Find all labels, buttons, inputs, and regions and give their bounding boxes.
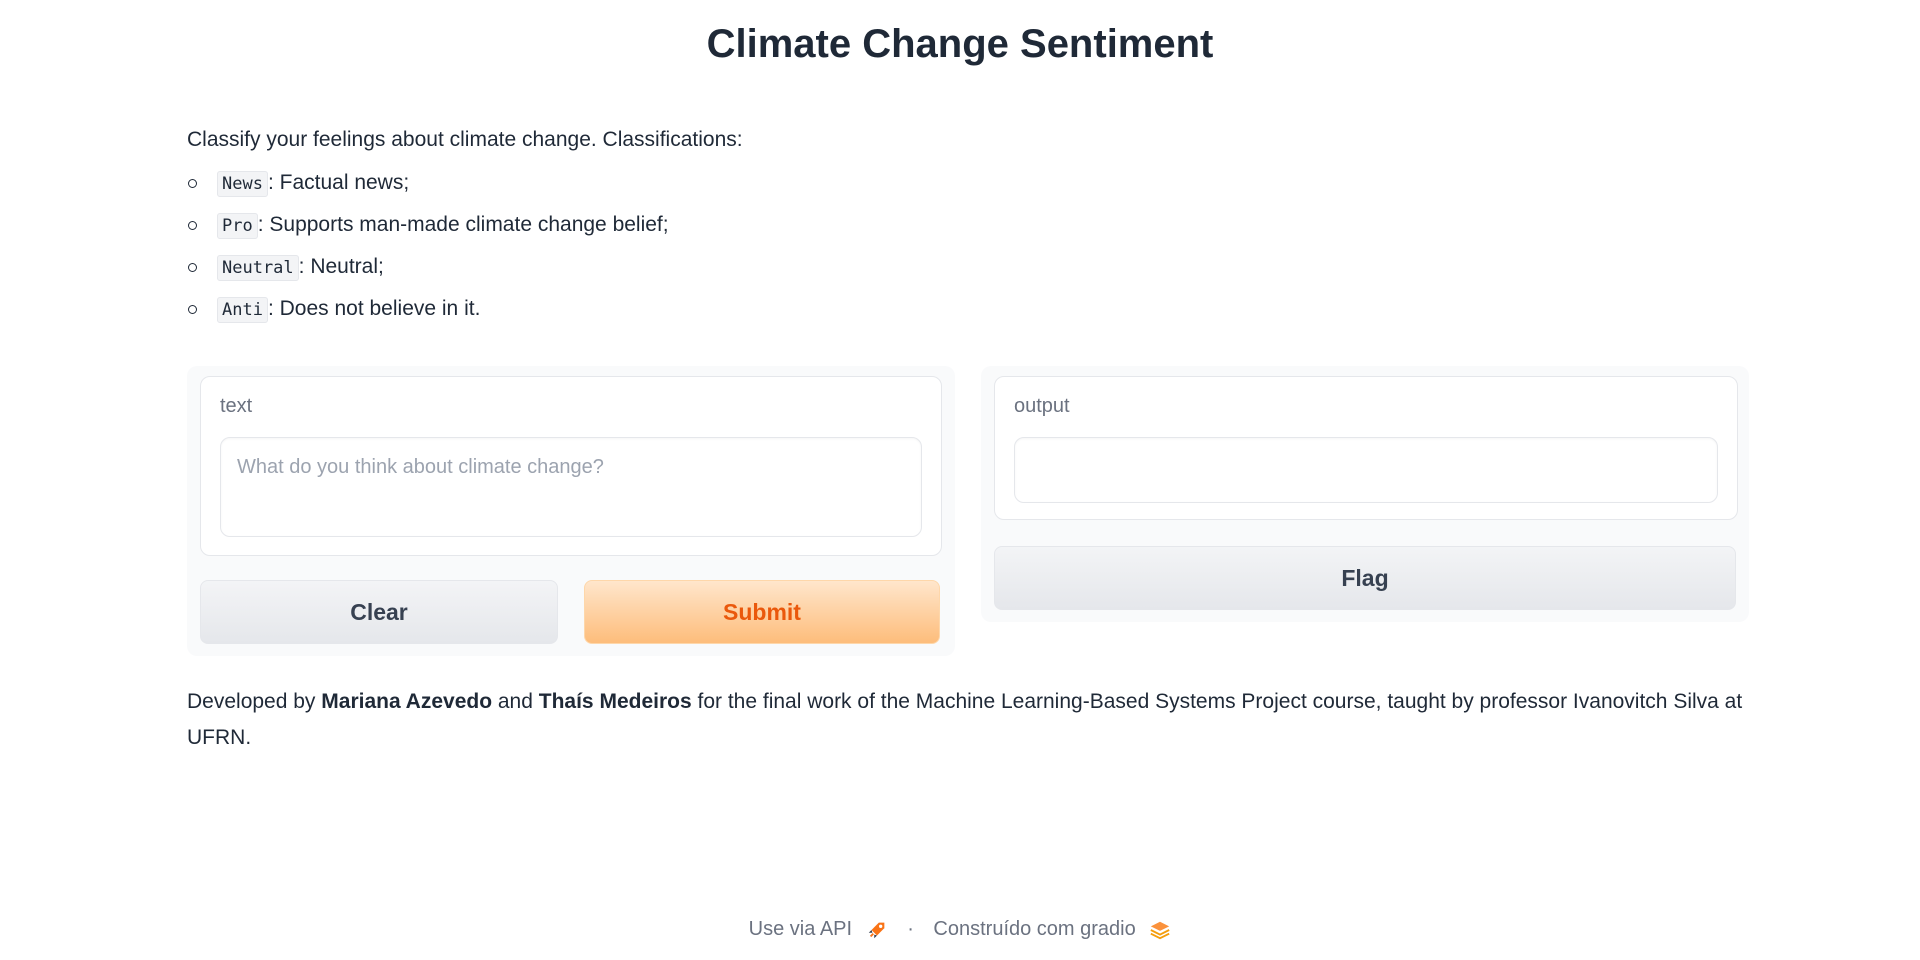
code-label: Anti (217, 297, 268, 323)
list-item-text: : Supports man-made climate change belie… (257, 213, 669, 236)
list-item: Pro: Supports man-made climate change be… (187, 204, 1747, 246)
input-panel: text Clear Submit (187, 366, 955, 656)
page-title: Climate Change Sentiment (706, 22, 1214, 66)
author-name: Thaís Medeiros (538, 690, 692, 713)
gradio-link[interactable]: Construído com gradio (933, 918, 1171, 940)
rocket-icon (868, 922, 884, 939)
list-item: News: Factual news; (187, 162, 1747, 204)
list-item: Neutral: Neutral; (187, 246, 1747, 288)
output-label: output (1014, 395, 1070, 417)
page-footer: Use via API · Construído com gradio (0, 918, 1920, 941)
text-input[interactable] (220, 437, 922, 537)
list-item-text: : Factual news; (267, 171, 410, 194)
output-block: output (994, 376, 1738, 520)
list-item-text: : Does not believe in it. (267, 297, 481, 320)
text-input-block: text (200, 376, 942, 556)
bullet-icon (188, 221, 197, 230)
app-root: Climate Change Sentiment Classify your f… (0, 0, 1920, 960)
classification-list: News: Factual news; Pro: Supports man-ma… (187, 162, 1747, 330)
built-with-label: Construído com gradio (933, 918, 1136, 941)
submit-button[interactable]: Submit (584, 580, 940, 644)
text-input-label: text (220, 395, 253, 417)
code-label: News (217, 171, 268, 197)
clear-button[interactable]: Clear (200, 580, 558, 644)
bullet-icon (188, 179, 197, 188)
use-api-link[interactable]: Use via API (749, 918, 894, 940)
bullet-icon (188, 305, 197, 314)
description-intro: Classify your feelings about climate cha… (187, 128, 743, 151)
description: Classify your feelings about climate cha… (187, 128, 1747, 330)
code-label: Pro (217, 213, 258, 239)
credits-and: and (492, 690, 539, 713)
output-panel: output Flag (981, 366, 1749, 622)
flag-button[interactable]: Flag (994, 546, 1736, 610)
code-label: Neutral (217, 255, 299, 281)
credits-text: Developed by Mariana Azevedo and Thaís M… (187, 684, 1747, 756)
bullet-icon (188, 263, 197, 272)
footer-separator: · (907, 918, 914, 941)
author-name: Mariana Azevedo (321, 690, 493, 713)
output-field[interactable] (1014, 437, 1718, 503)
list-item: Anti: Does not believe in it. (187, 288, 1747, 330)
use-api-label: Use via API (748, 918, 853, 941)
credits-prefix: Developed by (187, 690, 322, 713)
list-item-text: : Neutral; (298, 255, 384, 278)
gradio-logo-icon (1150, 921, 1170, 940)
